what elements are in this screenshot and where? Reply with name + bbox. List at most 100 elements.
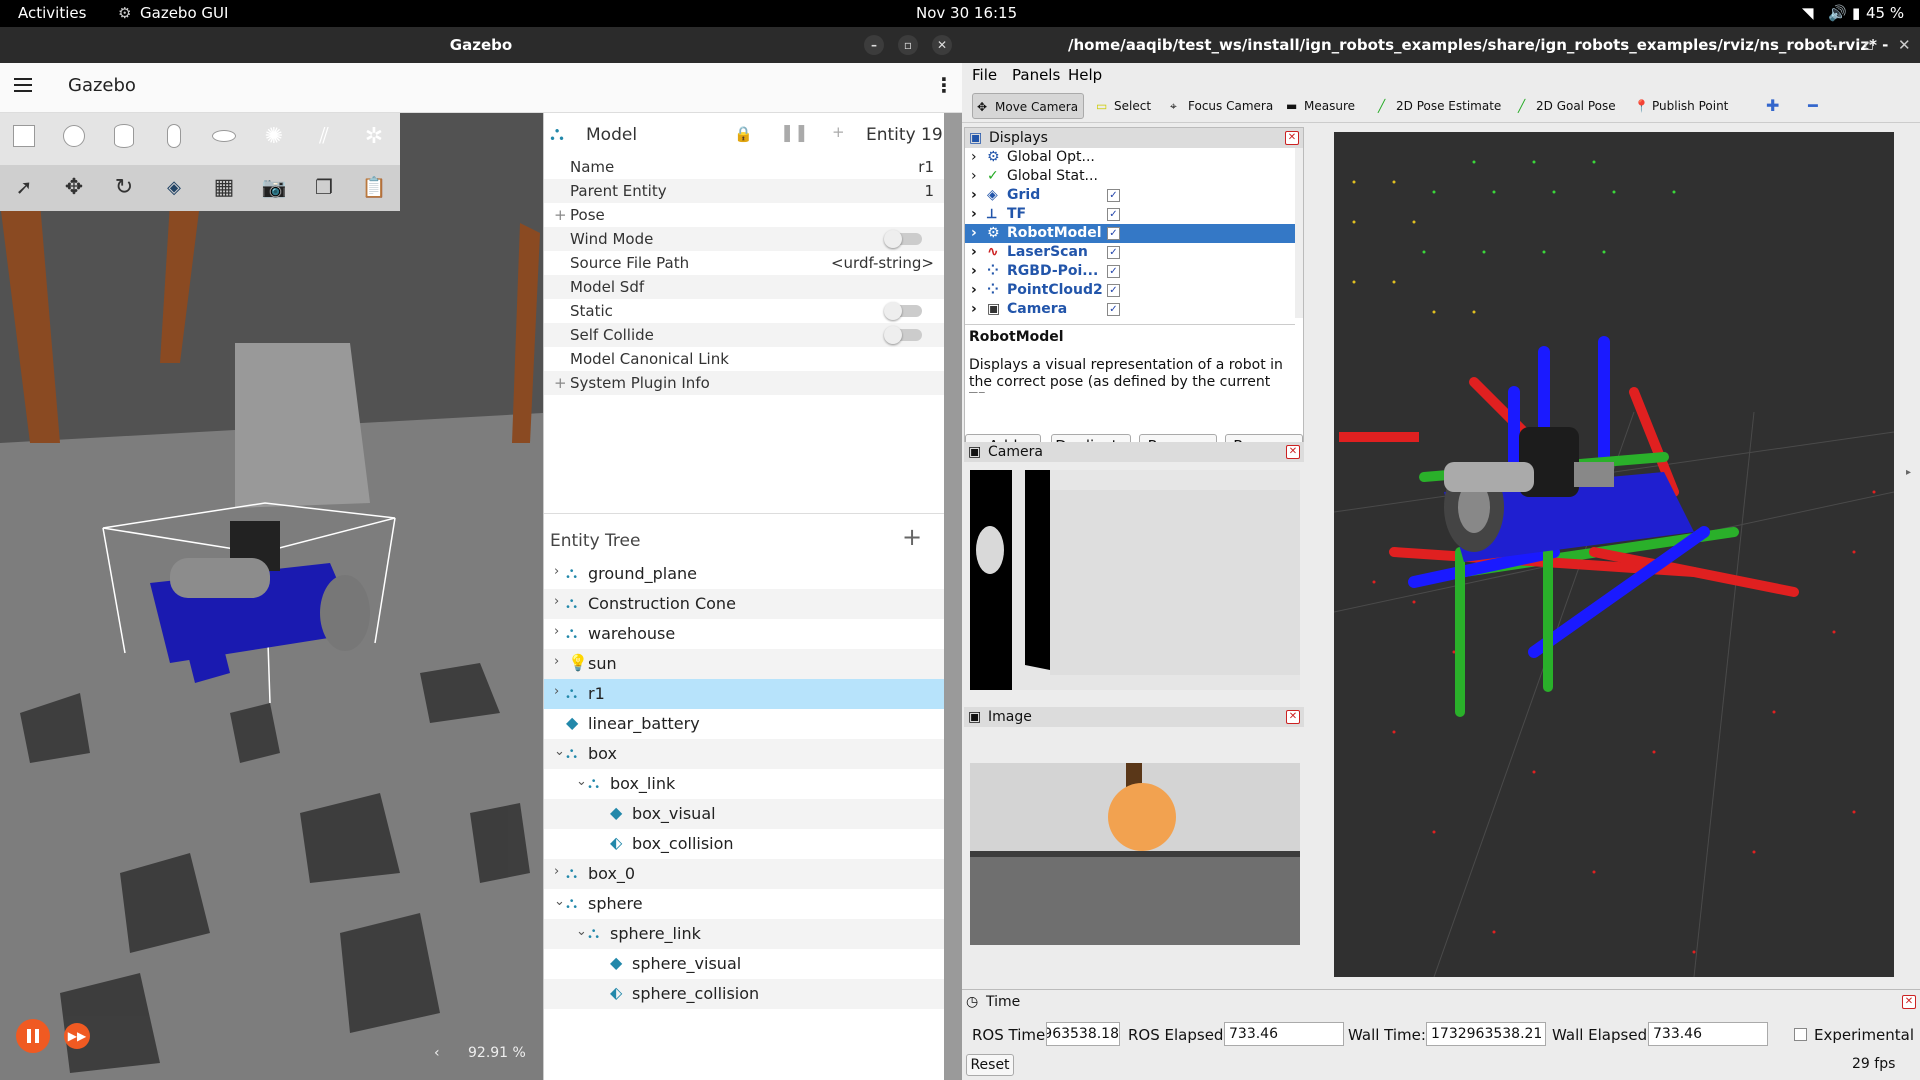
reset-button[interactable]: Reset (966, 1054, 1014, 1076)
ros-time-field[interactable]: 963538.18 (1046, 1022, 1120, 1046)
experimental-checkbox[interactable] (1794, 1028, 1807, 1041)
add-entity-icon[interactable]: + (902, 523, 922, 551)
display-pointcloud2[interactable]: › ⁘ PointCloud2 ✓ (965, 281, 1295, 300)
cylinder-shape-icon[interactable] (108, 120, 140, 152)
select-tool[interactable]: ▭ Select (1092, 93, 1151, 119)
ellipsoid-shape-icon[interactable] (208, 120, 240, 152)
menu-panels[interactable]: Panels (1012, 66, 1060, 84)
display-laserscan[interactable]: › ∿ LaserScan ✓ (965, 243, 1295, 262)
tree-item-sphere-visual[interactable]: ◆ sphere_visual (544, 949, 944, 979)
displays-scrollbar[interactable] (1295, 148, 1303, 318)
tree-item-box-visual[interactable]: ◆ box_visual (544, 799, 944, 829)
tree-item-sphere-link[interactable]: ⌄ ⛬ sphere_link (544, 919, 944, 949)
display-camera[interactable]: › ▣ Camera ✓ (965, 300, 1295, 319)
select-mode-icon[interactable]: ➚ (8, 171, 40, 203)
tree-item-construction-cone[interactable]: › ⛬ Construction Cone (544, 589, 944, 619)
activities-button[interactable]: Activities (18, 4, 86, 22)
minimize-button[interactable]: – (1830, 27, 1838, 63)
rotate-mode-icon[interactable]: ↻ (108, 171, 140, 203)
pause-inspector-icon[interactable]: ❚❚ (780, 123, 809, 143)
prop-model-sdf[interactable]: Model Sdf (544, 275, 944, 299)
laserscan-checkbox[interactable]: ✓ (1107, 246, 1120, 259)
panel-splitter[interactable] (944, 113, 963, 1080)
tree-item-ground-plane[interactable]: › ⛬ ground_plane (544, 559, 944, 589)
tree-item-sun[interactable]: › 💡 sun (544, 649, 944, 679)
prop-pose[interactable]: + Pose (544, 203, 944, 227)
static-toggle[interactable] (884, 302, 922, 320)
remove-tool-icon[interactable]: ━ (1786, 93, 1818, 119)
close-button[interactable]: ✕ (1898, 27, 1911, 63)
spot-light-icon[interactable]: ✲ (358, 120, 390, 152)
focus-camera-tool[interactable]: ⌖ Focus Camera (1166, 93, 1273, 119)
move-camera-tool[interactable]: ✥ Move Camera (972, 93, 1084, 119)
sphere-shape-icon[interactable] (58, 120, 90, 152)
tree-item-box-0[interactable]: › ⛬ box_0 (544, 859, 944, 889)
display-rgbd-points[interactable]: › ⁘ RGBD-Poi... ✓ (965, 262, 1295, 281)
2d-goal-pose-tool[interactable]: ╱ 2D Goal Pose (1514, 93, 1616, 119)
display-grid[interactable]: › ◈ Grid ✓ (965, 186, 1295, 205)
close-displays-button[interactable]: ✕ (1285, 131, 1299, 145)
tree-item-linear-battery[interactable]: ◆ linear_battery (544, 709, 944, 739)
tree-item-box-link[interactable]: ⌄ ⛬ box_link (544, 769, 944, 799)
tree-item-r1[interactable]: › ⛬ r1 (544, 679, 944, 709)
tree-item-sphere-collision[interactable]: ⬖ sphere_collision (544, 979, 944, 1009)
menu-help[interactable]: Help (1068, 66, 1102, 84)
tree-item-box-collision[interactable]: ⬖ box_collision (544, 829, 944, 859)
wind-mode-toggle[interactable] (884, 230, 922, 248)
display-global-options[interactable]: › ⚙ Global Opt... (965, 148, 1295, 167)
self-collide-toggle[interactable] (884, 326, 922, 344)
display-tf[interactable]: › ⟂ TF ✓ (965, 205, 1295, 224)
rviz-3d-view[interactable]: ◂ (1334, 132, 1894, 977)
ros-elapsed-field[interactable]: 733.46 (1224, 1022, 1344, 1046)
point-light-icon[interactable]: ⫽ (308, 120, 340, 152)
screenshot-camera-icon[interactable]: 📷 (258, 171, 290, 203)
display-robotmodel[interactable]: › ⚙ RobotModel ✓ (965, 224, 1295, 243)
close-camera-button[interactable]: ✕ (1286, 445, 1300, 459)
maximize-button[interactable]: ▫ (898, 35, 918, 55)
wifi-icon[interactable]: ◥ (1802, 4, 1814, 22)
maximize-button[interactable]: ▫ (1864, 27, 1874, 63)
volume-icon[interactable]: 🔊 (1828, 4, 1847, 22)
display-global-status[interactable]: › ✓ Global Stat... (965, 167, 1295, 186)
more-options-icon[interactable]: ⋮ (934, 73, 954, 97)
transform-control-icon[interactable]: ◈ (158, 171, 190, 203)
camera-checkbox[interactable]: ✓ (1107, 303, 1120, 316)
rgbd-checkbox[interactable]: ✓ (1107, 265, 1120, 278)
grid-checkbox[interactable]: ✓ (1107, 189, 1120, 202)
minimize-button[interactable]: – (864, 35, 884, 55)
2d-pose-estimate-tool[interactable]: ╱ 2D Pose Estimate (1374, 93, 1501, 119)
pointcloud2-checkbox[interactable]: ✓ (1107, 284, 1120, 297)
tree-item-box[interactable]: ⌄ ⛬ box (544, 739, 944, 769)
copy-icon[interactable]: ❐ (308, 171, 340, 203)
battery-icon[interactable]: ▮ (1852, 4, 1860, 22)
robotmodel-checkbox[interactable]: ✓ (1107, 227, 1120, 240)
wall-elapsed-field[interactable]: 733.46 (1648, 1022, 1768, 1046)
tf-checkbox[interactable]: ✓ (1107, 208, 1120, 221)
measure-tool[interactable]: ▬ Measure (1282, 93, 1355, 119)
tree-item-warehouse[interactable]: › ⛬ warehouse (544, 619, 944, 649)
hamburger-menu-icon[interactable] (14, 78, 32, 92)
grid-config-icon[interactable]: ▦ (208, 171, 240, 203)
clock[interactable]: Nov 30 16:15 (916, 4, 1017, 22)
close-image-button[interactable]: ✕ (1286, 710, 1300, 724)
paste-icon[interactable]: 📋 (358, 171, 390, 203)
translate-mode-icon[interactable]: ✥ (58, 171, 90, 203)
collapse-stats-icon[interactable]: ‹ (434, 1045, 440, 1061)
pause-button[interactable] (16, 1019, 50, 1053)
close-time-button[interactable]: ✕ (1902, 995, 1916, 1009)
box-shape-icon[interactable] (8, 120, 40, 152)
lock-icon[interactable]: 🔒 (734, 125, 753, 143)
add-tool-icon[interactable]: ✚ (1744, 93, 1779, 119)
add-component-icon[interactable]: + (832, 123, 845, 141)
publish-point-tool[interactable]: 📍 Publish Point (1630, 93, 1728, 119)
directional-light-icon[interactable]: ✺ (258, 120, 290, 152)
prop-system-plugin-info[interactable]: + System Plugin Info (544, 371, 944, 395)
collapse-right-icon[interactable]: ▸ (1906, 467, 1911, 478)
close-button[interactable]: ✕ (932, 35, 952, 55)
capsule-shape-icon[interactable] (158, 120, 190, 152)
step-forward-button[interactable]: ▶▶ (64, 1023, 90, 1049)
menu-file[interactable]: File (972, 66, 997, 84)
tree-item-sphere[interactable]: ⌄ ⛬ sphere (544, 889, 944, 919)
wall-time-field[interactable]: 1732963538.21 (1426, 1022, 1546, 1046)
active-app-label[interactable]: Gazebo GUI (140, 4, 228, 22)
